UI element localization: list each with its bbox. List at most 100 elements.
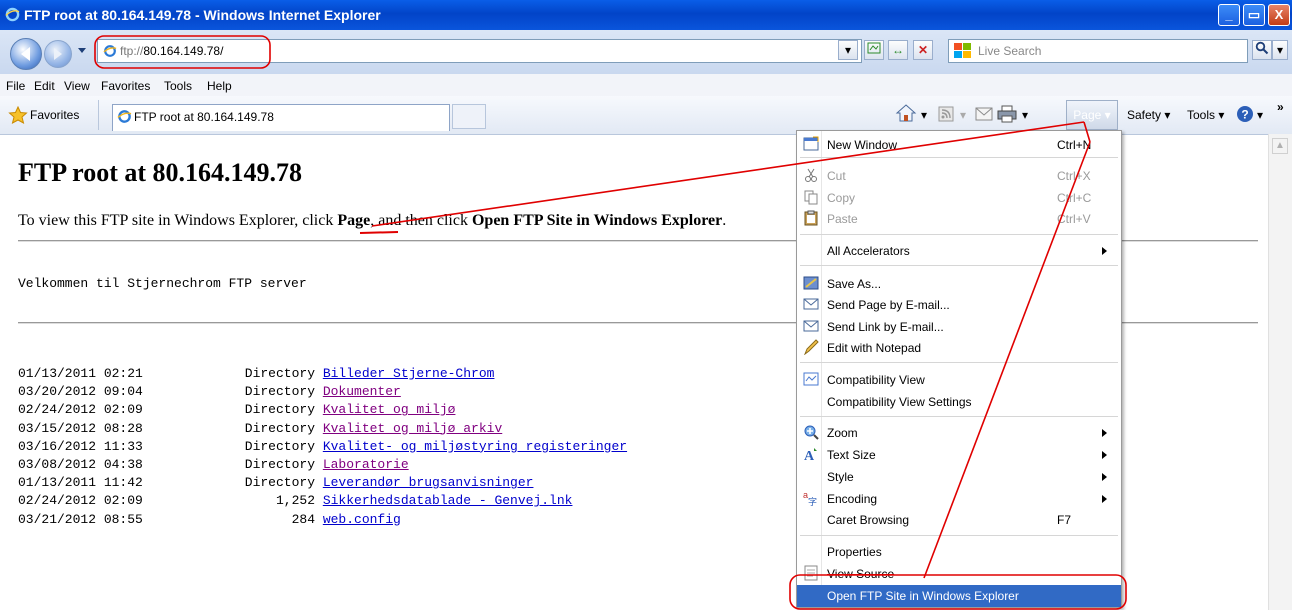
menu-zoom[interactable]: Zoom — [827, 426, 858, 440]
menu-view-source[interactable]: View Source — [827, 567, 894, 581]
menu-all-accelerators[interactable]: All Accelerators — [827, 244, 910, 258]
window-title: FTP root at 80.164.149.78 - Windows Inte… — [24, 7, 381, 23]
menu-paste[interactable]: Paste — [827, 212, 858, 226]
feeds-icon[interactable] — [938, 106, 954, 122]
tab-label: FTP root at 80.164.149.78 — [134, 110, 274, 124]
notepad-pencil-icon — [804, 339, 819, 355]
list-item-link[interactable]: Sikkerhedsdatablade - Genvej.lnk — [323, 493, 573, 508]
home-icon[interactable] — [895, 103, 917, 123]
new-tab-button[interactable] — [452, 104, 486, 129]
list-item-date: 03/15/2012 08:28 — [18, 420, 143, 436]
tools-label: Tools — [1187, 108, 1216, 122]
menu-caret-browsing[interactable]: Caret Browsing — [827, 513, 909, 527]
list-item-link[interactable]: Kvalitet og miljø — [323, 402, 456, 417]
save-as-icon — [803, 276, 819, 290]
recent-pages-dropdown-icon[interactable] — [78, 48, 86, 53]
search-options-button[interactable]: ▾ — [1272, 40, 1288, 60]
help-icon[interactable]: ? — [1236, 105, 1254, 123]
menu-help[interactable]: Help — [207, 79, 232, 93]
list-item-type: Directory — [244, 402, 315, 418]
vertical-scrollbar[interactable]: ▲ — [1268, 134, 1292, 610]
menu-open-ftp-site[interactable]: Open FTP Site in Windows Explorer — [827, 589, 1019, 603]
back-arrow-icon — [21, 47, 30, 61]
list-item-link[interactable]: Dokumenter — [323, 384, 401, 399]
search-button[interactable] — [1252, 40, 1272, 60]
live-search-logo-icon — [954, 43, 971, 58]
favorites-button[interactable]: Favorites — [30, 108, 79, 122]
menu-cut[interactable]: Cut — [827, 169, 846, 183]
ie-page-icon — [103, 45, 117, 57]
address-dropdown-button[interactable]: ▾ — [838, 40, 858, 60]
menu-properties[interactable]: Properties — [827, 545, 882, 559]
compatibility-view-button[interactable] — [864, 40, 884, 60]
help-dropdown-icon[interactable]: ▾ — [1257, 108, 1263, 122]
list-item-type: 284 — [291, 511, 315, 527]
list-item-date: 01/13/2011 02:21 — [18, 366, 143, 381]
menu-separator — [800, 157, 1118, 158]
list-item-type: Directory — [244, 384, 315, 400]
menu-save-as[interactable]: Save As... — [827, 277, 881, 291]
tools-menu-button[interactable]: Tools ▾ — [1187, 108, 1224, 122]
menu-edit-notepad[interactable]: Edit with Notepad — [827, 341, 921, 355]
menu-style[interactable]: Style — [827, 470, 854, 484]
menu-edit[interactable]: Edit — [34, 79, 55, 93]
shortcut-copy: Ctrl+C — [1057, 191, 1092, 205]
menu-view[interactable]: View — [64, 79, 90, 93]
menu-compatibility-settings[interactable]: Compatibility View Settings — [827, 395, 972, 409]
shortcut-new-window: Ctrl+N — [1057, 138, 1092, 152]
instr-page-word: Page — [337, 212, 371, 229]
menu-send-page[interactable]: Send Page by E-mail... — [827, 298, 950, 312]
menu-send-link[interactable]: Send Link by E-mail... — [827, 320, 944, 334]
menu-text-size[interactable]: Text Size — [827, 448, 876, 462]
list-item-type: 1,252 — [275, 493, 315, 509]
scroll-up-icon[interactable]: ▲ — [1272, 138, 1288, 154]
feeds-dropdown-icon[interactable]: ▾ — [960, 108, 966, 122]
list-item-link[interactable]: Kvalitet og miljø arkiv — [323, 421, 502, 436]
menu-favorites[interactable]: Favorites — [101, 79, 150, 93]
compat-icon — [867, 42, 881, 54]
forward-button[interactable] — [44, 40, 72, 68]
search-placeholder: Live Search — [978, 44, 1042, 58]
mail-icon[interactable] — [975, 107, 993, 121]
print-icon[interactable] — [997, 105, 1017, 123]
list-item-link[interactable]: Kvalitet- og miljøstyring registeringer — [323, 439, 627, 454]
menu-encoding[interactable]: Encoding — [827, 492, 877, 506]
send-page-icon — [803, 298, 819, 310]
chevron-more-icon[interactable]: » — [1277, 100, 1284, 114]
menu-separator — [800, 362, 1118, 363]
list-item: 03/20/2012 09:04 Directory Dokumenter — [18, 384, 401, 402]
list-item-date: 02/24/2012 02:09 — [18, 402, 143, 418]
page-menu-button[interactable]: Page ▾ — [1066, 100, 1118, 130]
menu-separator — [800, 416, 1118, 417]
page-menu-label: Page — [1073, 108, 1102, 122]
menu-tools[interactable]: Tools — [164, 79, 192, 93]
menu-file[interactable]: File — [6, 79, 25, 93]
list-item-link[interactable]: Leverandør brugsanvisninger — [323, 475, 534, 490]
magnifier-icon — [1255, 41, 1269, 55]
close-button[interactable]: X — [1268, 4, 1290, 26]
maximize-button[interactable]: ▭ — [1243, 4, 1265, 26]
shortcut-caret: F7 — [1057, 513, 1072, 527]
menu-new-window[interactable]: New Window — [827, 138, 897, 152]
stop-button[interactable]: ✕ — [913, 40, 933, 60]
submenu-arrow-icon — [1102, 247, 1107, 255]
list-item-link[interactable]: Billeder Stjerne-Chrom — [323, 366, 495, 381]
menu-bar — [0, 74, 1292, 97]
minimize-button[interactable]: _ — [1218, 4, 1240, 26]
menu-compatibility-view[interactable]: Compatibility View — [827, 373, 925, 387]
home-dropdown-icon[interactable]: ▾ — [921, 108, 927, 122]
back-button[interactable] — [10, 38, 42, 70]
print-dropdown-icon[interactable]: ▾ — [1022, 108, 1028, 122]
welcome-message: Velkommen til Stjernechrom FTP server — [18, 276, 307, 291]
instr-open-ftp: Open FTP Site in Windows Explorer — [471, 212, 723, 229]
svg-text:字: 字 — [808, 496, 817, 506]
list-item-type: Directory — [244, 457, 315, 472]
tab-ie-icon — [117, 110, 132, 123]
list-item-link[interactable]: web.config — [323, 512, 401, 527]
list-item-link[interactable]: Laboratorie — [323, 457, 409, 472]
safety-menu-button[interactable]: Safety ▾ — [1127, 108, 1170, 122]
refresh-button[interactable]: ↔ — [888, 40, 908, 60]
menu-copy[interactable]: Copy — [827, 191, 855, 205]
address-value[interactable]: ftp://80.164.149.78/ — [120, 44, 223, 58]
cut-icon — [805, 168, 817, 182]
